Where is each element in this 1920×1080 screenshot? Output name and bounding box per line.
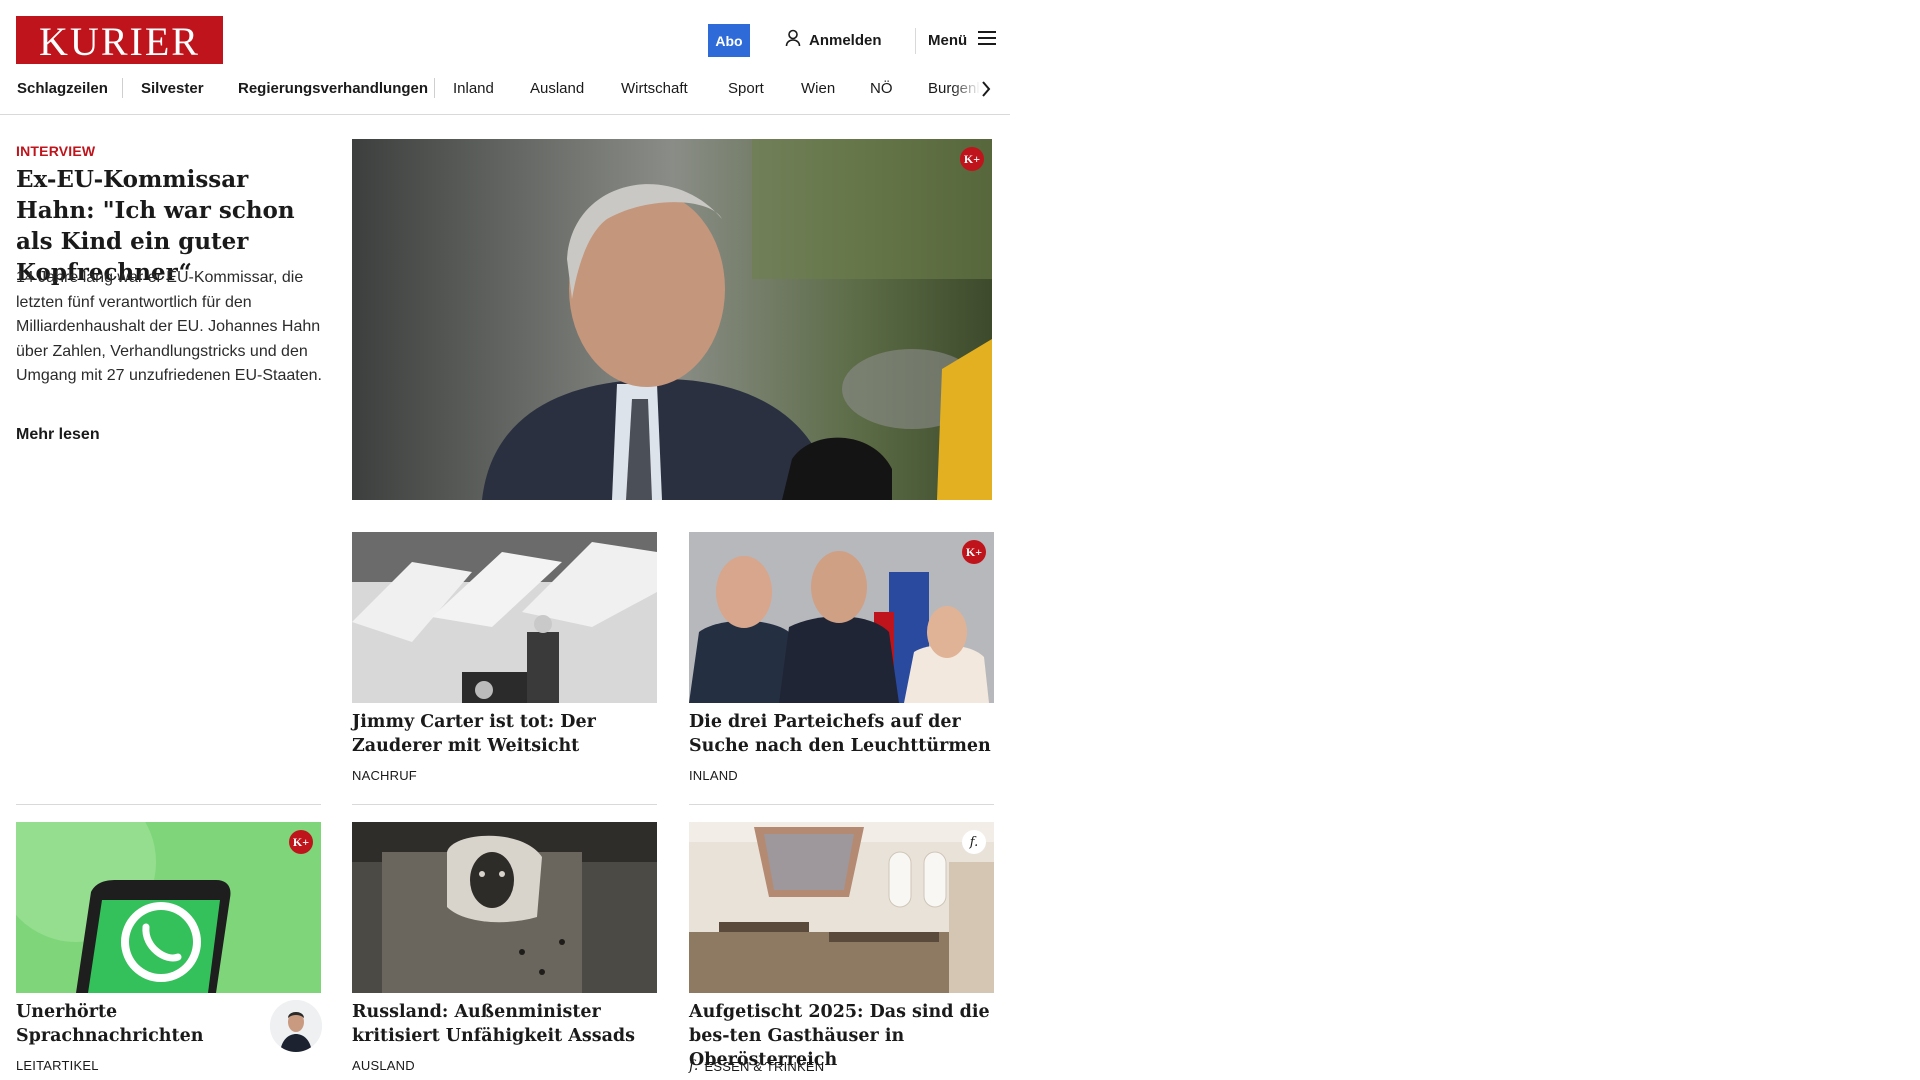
nav-item-wirtschaft[interactable]: Wirtschaft xyxy=(621,80,688,97)
abo-button[interactable]: Abo xyxy=(708,24,750,57)
card-image-parteichefs[interactable]: K+ xyxy=(689,532,994,703)
f-logo-icon: f. xyxy=(689,1058,699,1074)
card-kicker-essen-label: ESSEN & TRINKEN xyxy=(704,1058,825,1074)
chevron-right-icon[interactable] xyxy=(978,78,994,100)
nav-item-sport[interactable]: Sport xyxy=(728,80,764,97)
card-image-whatsapp[interactable]: K+ xyxy=(16,822,321,993)
card-headline-russland[interactable]: Russland: Außenminister kritisiert Unfäh… xyxy=(352,1000,657,1048)
menu-button[interactable]: Menü xyxy=(928,28,997,52)
divider xyxy=(352,804,657,805)
login-label: Anmelden xyxy=(809,31,882,49)
divider xyxy=(689,804,994,805)
card-kicker-inland: INLAND xyxy=(689,768,738,783)
nav-item-schlagzeilen[interactable]: Schlagzeilen xyxy=(17,80,108,97)
card-headline-carter[interactable]: Jimmy Carter ist tot: Der Zauderer mit W… xyxy=(352,710,657,758)
lead-kicker: INTERVIEW xyxy=(16,143,96,159)
header-divider xyxy=(915,28,916,54)
kurier-logo[interactable]: KURIER xyxy=(16,16,223,64)
divider xyxy=(16,804,321,805)
k-plus-icon: K+ xyxy=(289,830,313,854)
menu-label: Menü xyxy=(928,31,968,49)
nav-item-inland[interactable]: Inland xyxy=(453,80,494,97)
lead-image[interactable]: K+ xyxy=(352,139,992,500)
nav-item-regierungsverhandlungen[interactable]: Regierungsverhandlungen xyxy=(238,80,428,97)
nav-item-wien[interactable]: Wien xyxy=(801,80,835,97)
category-nav: Schlagzeilen Silvester Regierungsverhand… xyxy=(17,76,992,102)
author-avatar xyxy=(270,1000,322,1052)
user-icon xyxy=(785,29,801,51)
card-kicker-carter: NACHRUF xyxy=(352,768,417,783)
nav-item-silvester[interactable]: Silvester xyxy=(141,80,204,97)
login-button[interactable]: Anmelden xyxy=(785,28,882,52)
read-more-link[interactable]: Mehr lesen xyxy=(16,426,100,444)
card-headline-parteichefs[interactable]: Die drei Parteichefs auf der Suche nach … xyxy=(689,710,994,758)
site-header: KURIER Abo Anmelden Menü Schlagzeilen Si… xyxy=(0,0,1010,115)
card-image-carter[interactable] xyxy=(352,532,657,703)
nav-divider xyxy=(434,78,435,98)
lead-teaser: 14 Jahre lang war er EU-Kommissar, die l… xyxy=(16,269,322,384)
card-kicker-essen: f. ESSEN & TRINKEN xyxy=(689,1058,824,1074)
k-plus-icon: K+ xyxy=(962,540,986,564)
nav-item-noe[interactable]: NÖ xyxy=(870,80,893,97)
f-badge-icon: f. xyxy=(962,830,986,854)
card-kicker-ausland: AUSLAND xyxy=(352,1058,415,1073)
card-image-gasthaus[interactable]: f. xyxy=(689,822,994,993)
card-image-russland[interactable] xyxy=(352,822,657,993)
card-kicker-leitartikel: LEITARTIKEL xyxy=(16,1058,99,1073)
hamburger-icon xyxy=(978,31,997,49)
nav-divider xyxy=(122,78,123,98)
card-headline-sprachnachrichten[interactable]: Unerhörte Sprachnachrichten xyxy=(16,1000,256,1048)
k-plus-icon: K+ xyxy=(960,147,984,171)
nav-item-ausland[interactable]: Ausland xyxy=(530,80,584,97)
